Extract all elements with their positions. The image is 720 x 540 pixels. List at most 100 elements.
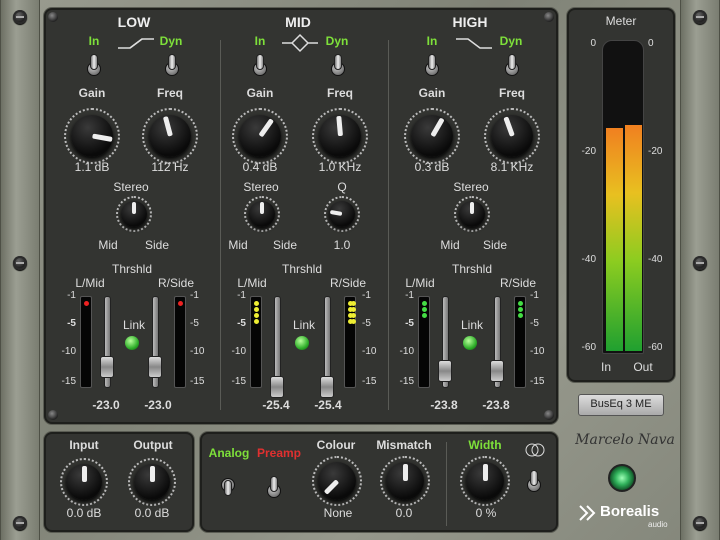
mid-right-threshold-fader[interactable] [320,376,334,398]
preset-selector[interactable]: BusEq 3 ME [578,394,664,416]
highshelf-shape-icon [456,38,492,49]
band-title: MID [285,14,311,30]
input-knob[interactable] [60,458,108,506]
right-rack-rail [680,0,720,540]
low-gain-knob[interactable] [64,108,120,164]
dyn-label: Dyn [325,34,349,48]
band-mid: MID In Dyn Gain Freq 0.4 dB 1.0 KHz Ster… [220,14,390,414]
scale-tick: -5 [67,318,76,329]
input-label: Input [69,438,99,452]
meter-scale-tick: -20 [581,146,596,157]
mismatch-knob[interactable] [380,456,430,506]
in-label: In [254,34,266,48]
in-label: In [426,34,438,48]
mid-freq-value: 1.0 KHz [318,160,362,174]
meter-scale-tick: 0 [648,38,654,49]
analog-label: Analog [208,446,250,460]
scale-tick: -15 [530,376,545,387]
meter-scale-tick: -60 [648,342,663,353]
rside-label: R/Side [157,276,195,290]
freq-label: Freq [498,86,525,100]
colour-label: Colour [316,438,356,452]
low-freq-knob[interactable] [142,108,198,164]
scale-tick: -5 [190,318,199,329]
borealis-logo-icon [579,505,596,521]
low-dyn-toggle[interactable] [164,54,180,80]
colour-knob[interactable] [312,456,362,506]
bell-shape-icon [282,33,318,53]
low-left-threshold-fader[interactable] [100,356,114,378]
high-gain-knob[interactable] [404,108,460,164]
scale-tick: -10 [61,346,76,357]
high-left-meter [418,296,430,388]
scale-tick: -10 [231,346,246,357]
brand-sub: audio [648,520,668,529]
low-left-meter [80,296,92,388]
lmid-label: L/Mid [237,276,267,290]
high-dyn-toggle[interactable] [504,54,520,80]
meter-scale-tick: -40 [581,254,596,265]
rack-screw [13,10,27,24]
mid-label: Mid [228,238,248,252]
band-title: LOW [117,14,151,30]
dyn-label: Dyn [499,34,523,48]
scale-tick: -15 [190,376,205,387]
mid-dyn-toggle[interactable] [330,54,346,80]
power-button[interactable] [608,464,636,492]
mid-q-knob[interactable] [324,196,360,232]
scale-tick: -5 [530,318,539,329]
high-stereo-knob[interactable] [454,196,490,232]
dyn-label: Dyn [159,34,183,48]
high-right-meter [514,296,526,388]
width-knob[interactable] [460,456,510,506]
mid-gain-value: 0.4 dB [242,160,278,174]
stereo-label: Stereo [243,180,279,194]
output-value: 0.0 dB [134,506,170,520]
high-freq-knob[interactable] [484,108,540,164]
mid-in-toggle[interactable] [252,54,268,80]
link-label: Link [460,318,483,332]
scale-tick: -10 [399,346,414,357]
lmid-label: L/Mid [75,276,105,290]
brand-name: Borealis [600,503,660,520]
high-right-threshold-fader[interactable] [490,360,504,382]
meter-out-bar [625,124,642,351]
rack-screw [693,256,707,270]
mid-stereo-knob[interactable] [244,196,280,232]
band-high: HIGH In Dyn Gain Freq 0.3 dB 8.1 KHz Ste… [388,14,558,414]
width-toggle[interactable] [526,470,542,496]
meter-scale-tick: -40 [648,254,663,265]
mid-left-threshold-track [274,296,281,388]
analog-toggle[interactable] [220,470,236,496]
link-label: Link [292,318,315,332]
preamp-label: Preamp [256,446,302,460]
mid-freq-knob[interactable] [312,108,368,164]
low-link-button[interactable] [125,336,139,350]
high-left-threshold-fader[interactable] [438,360,452,382]
low-in-toggle[interactable] [86,54,102,80]
mid-link-button[interactable] [295,336,309,350]
scale-tick: -5 [237,318,246,329]
mid-gain-knob[interactable] [232,108,288,164]
meter-in-bar [606,127,623,351]
mid-left-meter [250,296,262,388]
meter-title: Meter [605,14,637,28]
in-label: In [88,34,100,48]
scale-tick: -1 [190,290,199,301]
low-right-threshold-fader[interactable] [148,356,162,378]
mid-left-threshold-fader[interactable] [270,376,284,398]
output-knob[interactable] [128,458,176,506]
mid-label: Mid [440,238,460,252]
thrshld-label: Thrshld [111,262,152,276]
high-in-toggle[interactable] [424,54,440,80]
gain-label: Gain [246,86,274,100]
preamp-toggle[interactable] [266,476,282,502]
low-stereo-knob[interactable] [116,196,152,232]
scale-tick: -15 [399,376,414,387]
rack-screw [13,516,27,530]
mid-label: Mid [98,238,118,252]
high-link-button[interactable] [463,336,477,350]
scale-tick: -1 [362,290,371,301]
rack-screw [693,10,707,24]
mismatch-label: Mismatch [376,438,432,452]
